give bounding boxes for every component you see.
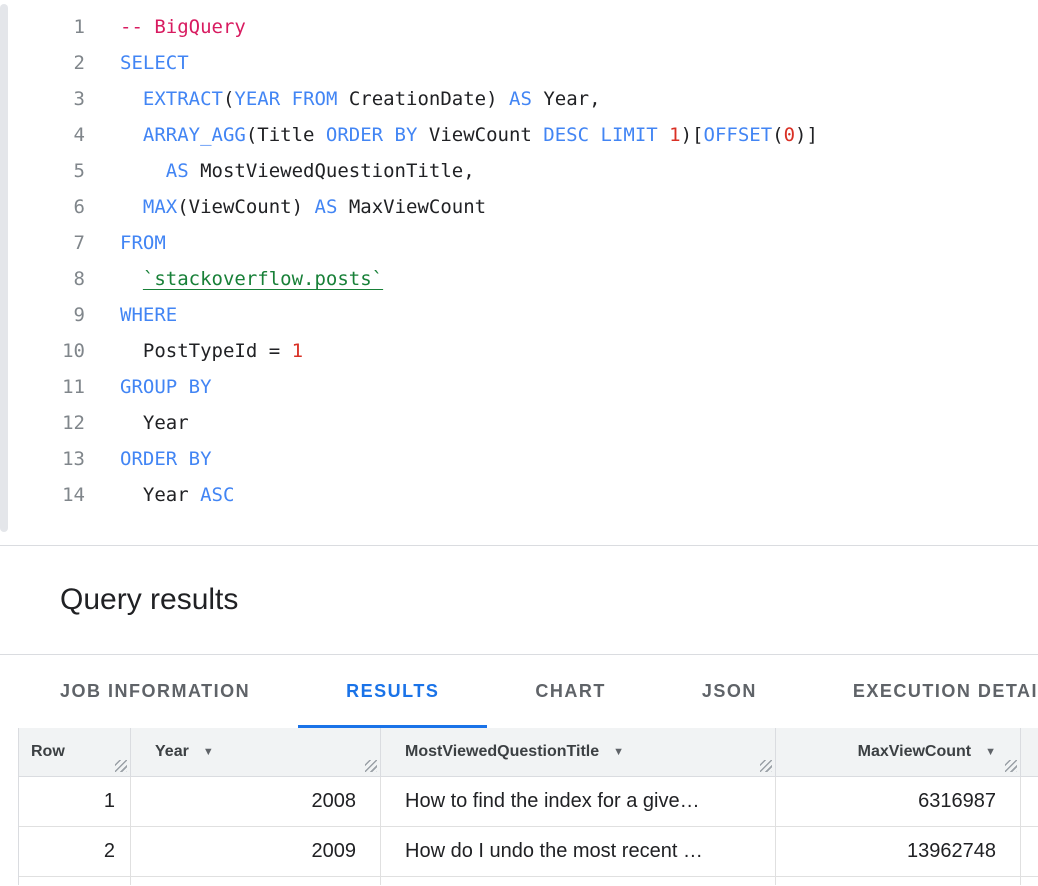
results-tabbar: JOB INFORMATIONRESULTSCHARTJSONEXECUTION… xyxy=(0,655,1038,728)
code-lines: 1-- BigQuery2SELECT3 EXTRACT(YEAR FROM C… xyxy=(0,9,1038,513)
line-number: 1 xyxy=(0,9,85,45)
column-resize-handle[interactable] xyxy=(760,760,772,772)
line-number: 2 xyxy=(0,45,85,81)
table-reference-link[interactable]: `stackoverflow.posts` xyxy=(143,268,383,290)
code-line: 7 FROM xyxy=(0,225,1038,261)
table-cell xyxy=(19,877,131,885)
code-line: 14 Year ASC xyxy=(0,477,1038,513)
query-results-header: Query results xyxy=(0,546,1038,655)
code-line: 9 WHERE xyxy=(0,297,1038,333)
table-cell xyxy=(1021,877,1038,885)
column-resize-handle[interactable] xyxy=(365,760,377,772)
code-line: 2 SELECT xyxy=(0,45,1038,81)
column-resize-handle[interactable] xyxy=(115,760,127,772)
table-cell xyxy=(1021,777,1038,826)
line-number: 6 xyxy=(0,189,85,225)
column-header-maxviewcount[interactable]: MaxViewCount ▼ xyxy=(776,728,1021,776)
code-line: 5 AS MostViewedQuestionTitle, xyxy=(0,153,1038,189)
line-number: 10 xyxy=(0,333,85,369)
query-results-title: Query results xyxy=(60,583,238,617)
line-number: 5 xyxy=(0,153,85,189)
line-number: 7 xyxy=(0,225,85,261)
table-cell: How do I undo the most recent … xyxy=(381,827,776,876)
column-label: MostViewedQuestionTitle xyxy=(405,743,599,761)
column-header-year[interactable]: Year ▼ xyxy=(131,728,381,776)
column-label: Row xyxy=(31,743,65,761)
code-text[interactable]: -- BigQuery xyxy=(120,9,246,45)
table-cell: 2008 xyxy=(131,777,381,826)
results-table: RowYear▼MostViewedQuestionTitle▼MaxViewC… xyxy=(18,728,1038,885)
table-cell: How to find the index for a give… xyxy=(381,777,776,826)
code-text[interactable]: AS MostViewedQuestionTitle, xyxy=(120,153,475,189)
table-cell xyxy=(776,877,1021,885)
code-line: 6 MAX(ViewCount) AS MaxViewCount xyxy=(0,189,1038,225)
column-resize-handle[interactable] xyxy=(1005,760,1017,772)
tab-job-information[interactable]: JOB INFORMATION xyxy=(12,655,298,728)
code-line: 1 -- BigQuery xyxy=(0,9,1038,45)
code-text[interactable]: ARRAY_AGG(Title ORDER BY ViewCount DESC … xyxy=(120,117,818,153)
editor-scrollbar[interactable] xyxy=(0,4,8,532)
code-text[interactable]: PostTypeId = 1 xyxy=(120,333,303,369)
column-header-mostviewedquestiontitle[interactable]: MostViewedQuestionTitle ▼ xyxy=(381,728,776,776)
column-header-row: Row xyxy=(19,728,131,776)
code-text[interactable]: WHERE xyxy=(120,297,177,333)
query-results-panel: Query results JOB INFORMATIONRESULTSCHAR… xyxy=(0,546,1038,885)
line-number: 9 xyxy=(0,297,85,333)
tab-results[interactable]: RESULTS xyxy=(298,655,487,728)
table-cell: 2 xyxy=(19,827,131,876)
table-row: 22009How do I undo the most recent …1396… xyxy=(19,827,1038,877)
column-label: Year xyxy=(155,743,189,761)
line-number: 8 xyxy=(0,261,85,297)
line-number: 12 xyxy=(0,405,85,441)
table-cell: 6316987 xyxy=(776,777,1021,826)
code-line: 8 `stackoverflow.posts` xyxy=(0,261,1038,297)
table-row-partial xyxy=(19,877,1038,885)
tab-execution-details[interactable]: EXECUTION DETAILS xyxy=(805,655,1038,728)
results-table-body: 12008How to find the index for a give…63… xyxy=(19,777,1038,885)
code-text[interactable]: Year xyxy=(120,405,189,441)
sql-editor: 1-- BigQuery2SELECT3 EXTRACT(YEAR FROM C… xyxy=(0,0,1038,546)
code-text[interactable]: SELECT xyxy=(120,45,189,81)
table-cell: 1 xyxy=(19,777,131,826)
code-text[interactable]: `stackoverflow.posts` xyxy=(120,261,383,297)
results-table-header: RowYear▼MostViewedQuestionTitle▼MaxViewC… xyxy=(19,728,1038,777)
sort-dropdown-icon[interactable]: ▼ xyxy=(985,746,996,758)
code-line: 3 EXTRACT(YEAR FROM CreationDate) AS Yea… xyxy=(0,81,1038,117)
code-text[interactable]: Year ASC xyxy=(120,477,234,513)
code-text[interactable]: EXTRACT(YEAR FROM CreationDate) AS Year, xyxy=(120,81,601,117)
code-line: 12 Year xyxy=(0,405,1038,441)
table-cell xyxy=(1021,827,1038,876)
line-number: 4 xyxy=(0,117,85,153)
table-cell: 2009 xyxy=(131,827,381,876)
line-number: 3 xyxy=(0,81,85,117)
code-line: 4 ARRAY_AGG(Title ORDER BY ViewCount DES… xyxy=(0,117,1038,153)
tab-json[interactable]: JSON xyxy=(654,655,805,728)
line-number: 13 xyxy=(0,441,85,477)
line-number: 14 xyxy=(0,477,85,513)
column-label: MaxViewCount xyxy=(858,743,972,761)
table-row: 12008How to find the index for a give…63… xyxy=(19,777,1038,827)
sort-dropdown-icon[interactable]: ▼ xyxy=(613,746,624,758)
tab-chart[interactable]: CHART xyxy=(487,655,654,728)
code-text[interactable]: FROM xyxy=(120,225,166,261)
code-text[interactable]: MAX(ViewCount) AS MaxViewCount xyxy=(120,189,486,225)
table-cell: 13962748 xyxy=(776,827,1021,876)
table-cell xyxy=(381,877,776,885)
code-text[interactable]: GROUP BY xyxy=(120,369,212,405)
code-line: 10 PostTypeId = 1 xyxy=(0,333,1038,369)
column-header-extra xyxy=(1021,728,1038,776)
code-line: 13 ORDER BY xyxy=(0,441,1038,477)
line-number: 11 xyxy=(0,369,85,405)
code-text[interactable]: ORDER BY xyxy=(120,441,212,477)
code-line: 11 GROUP BY xyxy=(0,369,1038,405)
sort-dropdown-icon[interactable]: ▼ xyxy=(203,746,214,758)
table-cell xyxy=(131,877,381,885)
